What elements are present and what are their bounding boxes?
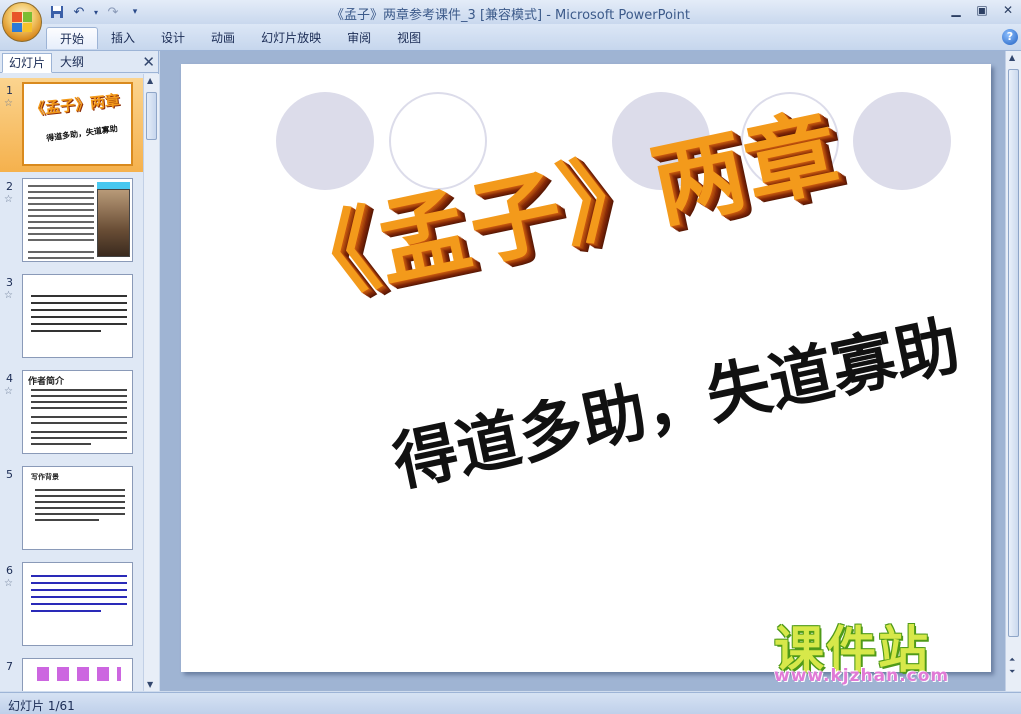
office-button[interactable] — [2, 2, 42, 42]
slide-thumbnail-4[interactable]: 4 ☆ 作者简介 — [0, 366, 143, 460]
help-icon[interactable]: ? — [1002, 29, 1018, 45]
thumbnail-preview: 作者简介 — [22, 370, 133, 454]
tab-review[interactable]: 审阅 — [334, 27, 384, 49]
thumbnail-list: 1 ☆ 《孟子》两章 得道多助，失道寡助 2 ☆ 3 ☆ 4 ☆ 作者简介 5 … — [0, 74, 143, 691]
portrait-image — [97, 189, 130, 257]
slide-subtitle[interactable]: 得道多助，失道寡助 — [384, 294, 967, 504]
animation-star-icon: ☆ — [4, 98, 13, 109]
slide-thumbnail-6[interactable]: 6 ☆ — [0, 558, 143, 652]
slide-indicator: 幻灯片 1/61 — [8, 699, 75, 713]
tab-home[interactable]: 开始 — [46, 27, 99, 49]
office-logo-icon — [12, 12, 32, 32]
thumb-text-lines — [28, 185, 94, 259]
scroll-up-icon[interactable]: ▲ — [1009, 53, 1015, 62]
tab-view[interactable]: 视图 — [384, 27, 434, 49]
thumbnail-preview: 《孟子》两章 得道多助，失道寡助 — [22, 82, 133, 166]
previous-slide-icon[interactable]: ⏶ — [1009, 655, 1015, 665]
thumbnail-preview — [22, 274, 133, 358]
thumb-text-lines — [31, 389, 127, 445]
tab-insert[interactable]: 插入 — [98, 27, 148, 49]
slide-editor: 《孟子》两章 得道多助，失道寡助 — [160, 51, 1005, 691]
thumb-decoration — [37, 667, 121, 681]
slide-number: 5 — [6, 468, 13, 481]
thumb-title: 作者简介 — [28, 377, 65, 387]
next-slide-icon[interactable]: ⏷ — [1009, 667, 1015, 677]
slide-number: 7 — [6, 660, 13, 673]
close-icon[interactable]: ✕ — [995, 0, 1021, 20]
tab-design[interactable]: 设计 — [148, 27, 198, 49]
tab-animations[interactable]: 动画 — [198, 27, 248, 49]
title-bar: ↶ ▾ ↷ ▾ 《孟子》两章参考课件_3 [兼容模式] - Microsoft … — [0, 0, 1021, 42]
thumbnail-preview: 写作背景 — [22, 466, 133, 550]
slide-canvas[interactable]: 《孟子》两章 得道多助，失道寡助 — [181, 64, 991, 672]
slide-number: 4 — [6, 372, 13, 385]
animation-star-icon: ☆ — [4, 386, 13, 397]
thumb-text-lines — [31, 295, 127, 332]
close-icon[interactable]: ✕ — [142, 53, 155, 71]
ribbon: 开始 插入 设计 动画 幻灯片放映 审阅 视图 ? — [0, 24, 1021, 51]
slide-thumbnail-1[interactable]: 1 ☆ 《孟子》两章 得道多助，失道寡助 — [0, 78, 143, 172]
thumb-title: 《孟子》两章 — [29, 91, 121, 119]
watermark: 课件站 www.kjzhan.com — [768, 612, 1004, 690]
thumb-subtitle: 得道多助，失道寡助 — [45, 124, 119, 143]
slides-pane: 幻灯片 大纲 ✕ 1 ☆ 《孟子》两章 得道多助，失道寡助 2 ☆ 3 ☆ 4 … — [0, 51, 159, 691]
slide-thumbnail-2[interactable]: 2 ☆ — [0, 174, 143, 268]
slide-number: 3 — [6, 276, 13, 289]
slide-number: 1 — [6, 84, 13, 97]
slide-thumbnail-7[interactable]: 7 — [0, 654, 143, 691]
thumbnail-preview — [22, 178, 133, 262]
scrollbar-thumb[interactable] — [146, 92, 157, 140]
window-title: 《孟子》两章参考课件_3 [兼容模式] - Microsoft PowerPoi… — [331, 8, 690, 23]
thumb-text-lines — [31, 575, 127, 612]
slide-number: 2 — [6, 180, 13, 193]
status-bar: 幻灯片 1/61 — [0, 692, 1021, 714]
scroll-up-icon[interactable]: ▲ — [147, 76, 153, 85]
window-controls: ▁ ▣ ✕ — [943, 0, 1021, 20]
animation-star-icon: ☆ — [4, 290, 13, 301]
thumbnail-preview — [22, 562, 133, 646]
animation-star-icon: ☆ — [4, 194, 13, 205]
slide-thumbnail-5[interactable]: 5 写作背景 — [0, 462, 143, 556]
ribbon-tabs: 开始 插入 设计 动画 幻灯片放映 审阅 视图 — [46, 27, 434, 49]
maximize-icon[interactable]: ▣ — [969, 0, 995, 20]
watermark-url: www.kjzhan.com — [774, 666, 950, 686]
tab-slides[interactable]: 幻灯片 — [2, 53, 53, 73]
thumb-title: 写作背景 — [31, 473, 59, 481]
thumbnail-scrollbar[interactable]: ▲ ▼ — [143, 74, 159, 691]
pane-tabs: 幻灯片 大纲 ✕ — [0, 51, 159, 73]
minimize-icon[interactable]: ▁ — [943, 0, 969, 20]
tab-outline[interactable]: 大纲 — [54, 53, 90, 73]
scrollbar-thumb[interactable] — [1008, 69, 1019, 637]
slide-thumbnail-3[interactable]: 3 ☆ — [0, 270, 143, 364]
tab-slideshow[interactable]: 幻灯片放映 — [248, 27, 334, 49]
portrait-caption — [97, 182, 130, 189]
thumbnail-preview — [22, 658, 133, 691]
animation-star-icon: ☆ — [4, 578, 13, 589]
slide-number: 6 — [6, 564, 13, 577]
editor-scrollbar[interactable]: ▲ ⏶ ⏷ — [1005, 51, 1021, 691]
scroll-down-icon[interactable]: ▼ — [147, 680, 153, 689]
thumb-text-lines — [35, 489, 125, 521]
decor-circle — [853, 92, 951, 190]
